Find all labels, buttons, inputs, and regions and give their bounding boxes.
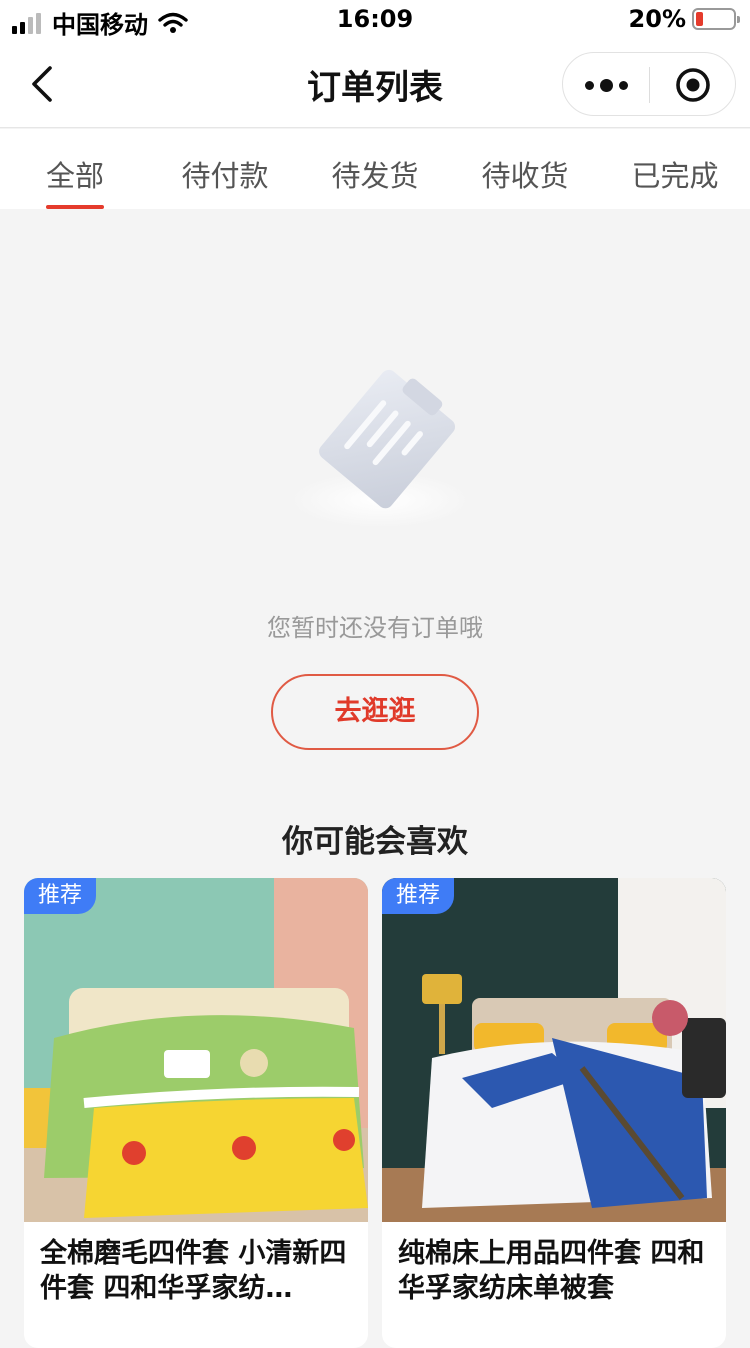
empty-order-clipboard-icon [285, 360, 475, 540]
tab-label: 全部 [45, 159, 104, 193]
product-image: 推荐 [382, 878, 726, 1222]
tab-completed[interactable]: 已完成 [600, 129, 750, 209]
mini-program-capsule [562, 52, 736, 116]
tab-label: 待收货 [481, 159, 569, 193]
nav-bar: 订单列表 [0, 40, 750, 128]
battery-percent: 20% [628, 5, 686, 33]
order-tabs: 全部 待付款 待发货 待收货 已完成 [0, 129, 750, 209]
tab-underline [46, 205, 104, 209]
tab-pending-payment[interactable]: 待付款 [150, 129, 300, 209]
browse-button[interactable]: 去逛逛 [271, 674, 479, 750]
tab-label: 待付款 [181, 159, 269, 193]
product-name: 纯棉床上用品四件套 四和华孚家纺床单被套 [398, 1238, 705, 1304]
product-card[interactable]: 推荐 全棉磨毛四件套 小清新四件套 四和华孚家纺… [24, 878, 368, 1348]
product-name: 全棉磨毛四件套 小清新四件套 四和华孚家纺… [40, 1238, 347, 1304]
status-bar: 中国移动 16:09 20% [0, 0, 750, 40]
recommend-badge: 推荐 [382, 878, 454, 914]
more-dots-icon[interactable] [563, 53, 649, 117]
product-image: 推荐 [24, 878, 368, 1222]
tab-all[interactable]: 全部 [0, 129, 150, 209]
tab-label: 已完成 [631, 159, 719, 193]
chevron-left-icon[interactable] [24, 60, 64, 108]
recommend-title: 你可能会喜欢 [282, 824, 468, 860]
battery-icon [692, 8, 740, 30]
target-circle-icon[interactable] [650, 53, 736, 117]
tab-pending-shipment[interactable]: 待发货 [300, 129, 450, 209]
status-right: 20% [628, 5, 740, 33]
empty-message: 您暂时还没有订单哦 [267, 614, 483, 642]
battery-fill [696, 12, 704, 26]
recommend-badge: 推荐 [24, 878, 96, 914]
product-card[interactable]: 推荐 纯棉床上用品四件套 四和华孚家纺床单被套 [382, 878, 726, 1348]
tab-label: 待发货 [331, 159, 419, 193]
tab-pending-receipt[interactable]: 待收货 [450, 129, 600, 209]
